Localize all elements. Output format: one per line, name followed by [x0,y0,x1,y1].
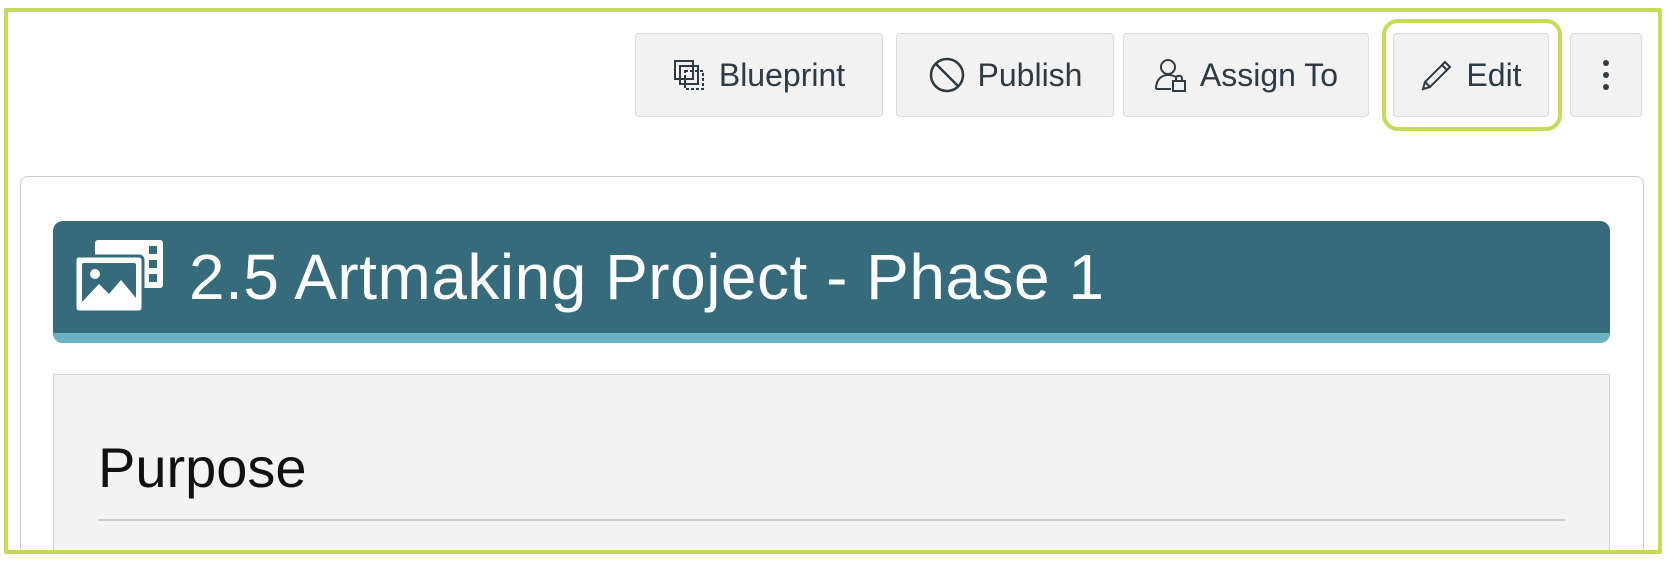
edit-label: Edit [1466,56,1522,93]
blueprint-button[interactable]: Blueprint [635,33,883,117]
blueprint-icon [673,59,707,91]
page-title-banner: 2.5 Artmaking Project - Phase 1 [53,221,1610,343]
assign-to-label: Assign To [1199,56,1339,93]
assign-to-button[interactable]: Assign To [1123,33,1369,117]
purpose-section: Purpose [53,374,1610,550]
section-heading: Purpose [98,436,307,499]
page-title: 2.5 Artmaking Project - Phase 1 [189,241,1105,313]
page-toolbar: Blueprint Publish Assign To Edit [0,33,1672,117]
section-divider [98,519,1565,521]
kebab-menu-icon [1601,58,1611,92]
user-lock-icon [1154,57,1188,93]
media-gallery-icon [73,238,167,319]
publish-label: Publish [977,56,1083,93]
edit-button[interactable]: Edit [1393,33,1549,117]
unpublished-circle-icon [928,56,966,94]
publish-button[interactable]: Publish [896,33,1114,117]
pencil-icon [1420,58,1454,92]
more-options-button[interactable] [1570,33,1642,117]
blueprint-label: Blueprint [718,56,846,93]
